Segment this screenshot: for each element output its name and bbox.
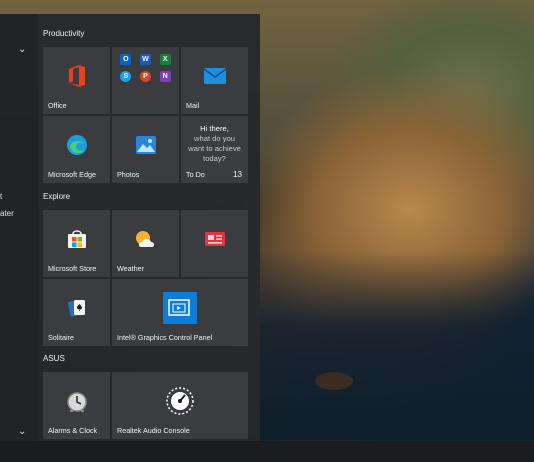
weather-icon — [134, 229, 158, 249]
tile-office[interactable]: Office — [43, 47, 110, 114]
group-title-productivity: Productivity — [43, 29, 85, 38]
office-icon — [66, 64, 88, 88]
tile-realtek-audio-console[interactable]: Realtek Audio Console — [112, 372, 248, 439]
realtek-audio-icon — [165, 386, 195, 416]
tile-solitaire[interactable]: Solitaire — [43, 279, 110, 346]
tile-alarms-clock[interactable]: Alarms & Clock — [43, 372, 110, 439]
group-title-asus: ASUS — [43, 354, 65, 363]
tile-mail[interactable]: Mail — [181, 47, 248, 114]
tile-microsoft-store[interactable]: Microsoft Store — [43, 210, 110, 277]
ocean — [260, 250, 534, 440]
tile-to-do[interactable]: Hi there, what do you want to achieve to… — [181, 116, 248, 183]
rail-item-fragment[interactable]: ater — [0, 209, 14, 218]
tile-label: Photos — [117, 170, 140, 179]
tile-weather[interactable]: Weather — [112, 210, 179, 277]
tile-office-apps[interactable]: O W X S P N — [112, 47, 179, 114]
alarm-clock-icon — [65, 389, 89, 413]
tile-label: Alarms & Clock — [48, 426, 98, 435]
edge-icon — [66, 134, 88, 156]
chevron-down-icon[interactable]: ⌄ — [18, 426, 26, 437]
tile-label: Microsoft Store — [48, 264, 97, 273]
start-menu: ⌄ t ater ⌄ Productivity Office O W X S P… — [0, 14, 260, 441]
tile-intel-graphics[interactable]: Intel® Graphics Control Panel — [112, 279, 248, 346]
mail-icon — [203, 67, 227, 85]
tile-label: Microsoft Edge — [48, 170, 96, 179]
tile-label: Realtek Audio Console — [117, 426, 190, 435]
office-apps-grid: O W X S P N — [117, 52, 174, 84]
taskbar — [0, 441, 534, 462]
powerpoint-icon: P — [139, 71, 151, 82]
tile-label: To Do — [186, 170, 205, 179]
store-icon — [66, 228, 88, 250]
group-title-explore: Explore — [43, 192, 71, 201]
start-rail: ⌄ t ater ⌄ — [0, 14, 38, 441]
excel-icon: X — [159, 54, 171, 65]
rail-item-fragment[interactable]: t — [0, 192, 2, 201]
tile-news[interactable] — [181, 210, 248, 277]
tile-label: Weather — [117, 264, 145, 273]
tile-label: Solitaire — [48, 333, 74, 342]
sea-rock — [315, 372, 353, 390]
outlook-icon: O — [120, 54, 132, 65]
tile-photos[interactable]: Photos — [112, 116, 179, 183]
skype-icon: S — [120, 71, 132, 82]
onenote-icon: N — [159, 71, 171, 82]
tile-microsoft-edge[interactable]: Microsoft Edge — [43, 116, 110, 183]
to-do-count: 13 — [233, 170, 242, 179]
tile-label: Office — [48, 101, 67, 110]
intel-graphics-icon — [163, 292, 197, 325]
tile-label: Intel® Graphics Control Panel — [117, 333, 213, 342]
news-icon — [204, 231, 226, 247]
tile-label: Mail — [186, 101, 200, 110]
to-do-message: Hi there, what do you want to achieve to… — [188, 124, 241, 163]
chevron-down-icon[interactable]: ⌄ — [18, 44, 26, 55]
solitaire-icon — [66, 297, 88, 319]
word-icon: W — [139, 54, 151, 65]
photos-icon — [135, 135, 157, 155]
